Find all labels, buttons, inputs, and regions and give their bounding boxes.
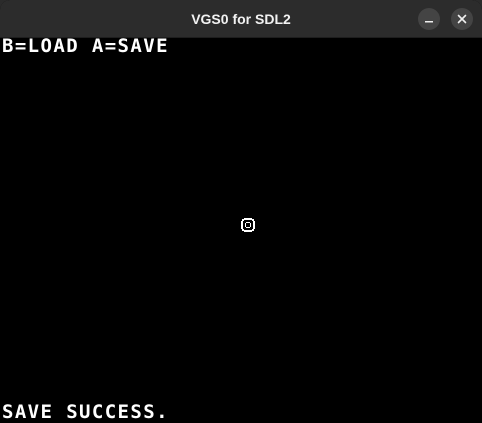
title-bar[interactable]: VGS0 for SDL2	[0, 0, 482, 38]
instructions-text: B=LOAD A=SAVE	[2, 35, 169, 57]
minimize-button[interactable]	[418, 8, 440, 30]
close-button[interactable]	[451, 8, 473, 30]
close-icon	[457, 14, 467, 24]
minimize-icon	[425, 21, 433, 23]
ring-sprite-icon	[241, 218, 255, 232]
app-window: VGS0 for SDL2 B=LOAD A=SAVE SAVE SUCCESS…	[0, 0, 482, 423]
game-screen[interactable]: B=LOAD A=SAVE SAVE SUCCESS.	[0, 35, 482, 423]
status-message: SAVE SUCCESS.	[2, 401, 169, 423]
window-title: VGS0 for SDL2	[191, 11, 291, 27]
